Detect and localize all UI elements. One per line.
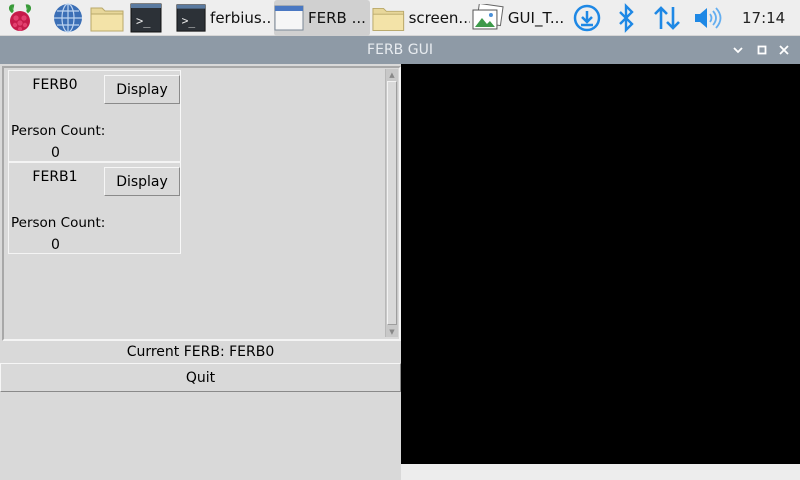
minimize-icon [733,47,743,54]
taskbar-window-label: screen... [408,9,470,27]
camera-card-ferb0: FERB0 Display Person Count: 0 [8,70,181,162]
camera-list-scroll-area[interactable]: FERB0 Display Person Count: 0 FERB1 Disp… [2,66,401,341]
raspberry-pi-icon [9,4,31,31]
folder-icon [90,7,124,32]
terminal-icon: >_ [130,3,162,33]
network-icon [654,6,680,30]
camera-name: FERB1 [32,169,78,185]
globe-icon [54,3,82,33]
taskbar-window-ferbius[interactable]: >_ ferbius... [176,0,272,36]
taskbar-window-label: ferbius... [210,9,272,27]
taskbar-window-label: GUI_T... [507,9,564,27]
taskbar: >_ >_ ferbius... FERB ... screen... GUI_… [0,0,800,36]
taskbar-window-label: FERB ... [308,9,366,27]
folder-icon [372,7,405,31]
display-button-ferb0[interactable]: Display [104,75,180,104]
camera-name: FERB0 [32,77,78,93]
web-browser-launcher[interactable] [52,0,84,36]
scroll-down-icon[interactable]: ▼ [386,326,398,337]
window-client-area: FERB0 Display Person Count: 0 FERB1 Disp… [0,64,800,480]
svg-text:>_: >_ [136,14,151,28]
window-icon [274,5,304,31]
terminal-launcher[interactable]: >_ [130,0,162,36]
bluetooth-icon [619,3,634,33]
person-count-label: Person Count: [11,123,106,139]
taskbar-window-gui-image[interactable]: GUI_T... [472,0,564,36]
control-panel: FERB0 Display Person Count: 0 FERB1 Disp… [0,64,401,480]
vertical-scrollbar[interactable]: ▲ ▼ [385,69,398,337]
svg-text:>_: >_ [182,15,196,28]
person-count-value: 0 [51,237,60,253]
tray-updater[interactable] [572,0,602,36]
close-icon [779,45,789,55]
download-icon [573,4,601,32]
file-manager-launcher[interactable] [90,0,124,36]
person-count-label: Person Count: [11,215,106,231]
raspberry-pi-menu-button[interactable] [6,0,34,36]
display-button-ferb1[interactable]: Display [104,167,180,196]
scrollbar-thumb[interactable] [387,81,397,325]
camera-card-ferb1: FERB1 Display Person Count: 0 [8,162,181,254]
window-titlebar[interactable]: FERB GUI [0,36,800,64]
window-title: FERB GUI [367,42,433,58]
video-display-canvas[interactable] [401,64,800,464]
taskbar-window-screenshots[interactable]: screen... [372,0,470,36]
person-count-value: 0 [51,145,60,161]
quit-button[interactable]: Quit [0,363,401,392]
minimize-button[interactable] [730,42,746,58]
tray-network[interactable] [652,0,682,36]
maximize-button[interactable] [754,42,770,58]
current-ferb-label: Current FERB: FERB0 [126,344,275,360]
clock-label: 17:14 [742,9,786,27]
terminal-icon: >_ [176,4,206,32]
tray-volume[interactable] [692,0,722,36]
image-viewer-icon [472,4,504,30]
maximize-icon [757,45,767,55]
volume-icon [695,7,722,29]
taskbar-window-ferb-gui[interactable]: FERB ... [274,0,370,36]
scroll-up-icon[interactable]: ▲ [386,69,398,80]
tray-bluetooth[interactable] [616,0,636,36]
clock[interactable]: 17:14 [742,0,785,36]
close-button[interactable] [776,42,792,58]
